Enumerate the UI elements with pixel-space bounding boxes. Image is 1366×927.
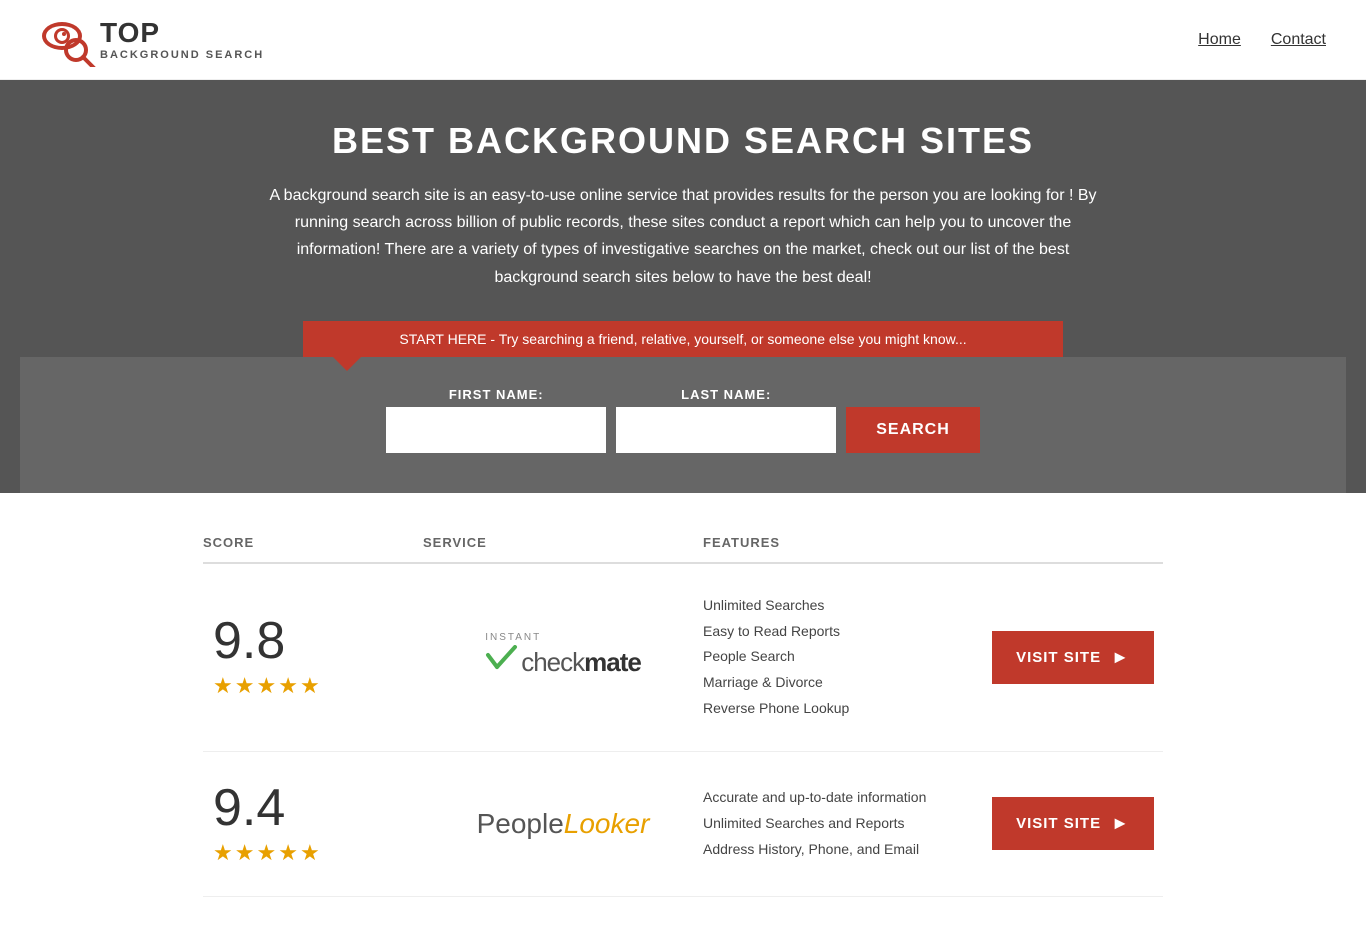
logo-top: TOP [100,18,264,49]
hero-section: BEST BACKGROUND SEARCH SITES A backgroun… [0,80,1366,493]
table-row: 9.4 ★ ★ ★ ★ ★ PeopleLooker Accurate and … [203,752,1163,897]
feature-1-4: Marriage & Divorce [703,671,983,695]
header-service: SERVICE [423,535,703,550]
visit-site-button-2[interactable]: VISIT SITE ► [992,797,1154,850]
results-section: SCORE SERVICE FEATURES 9.8 ★ ★ ★ ★ ★ INS… [183,523,1183,897]
instant-label: INSTANT [485,632,541,643]
search-form: FIRST NAME: LAST NAME: SEARCH [40,387,1326,453]
star-2-5: ★ [300,840,320,866]
header-features: FEATURES [703,535,983,550]
service-cell-1: INSTANT checkmate [423,634,703,681]
feature-1-1: Unlimited Searches [703,594,983,618]
first-name-label: FIRST NAME: [386,387,606,402]
star-2-1: ★ [213,840,233,866]
feature-2-2: Unlimited Searches and Reports [703,812,983,836]
service-cell-2: PeopleLooker [423,808,703,840]
looker-text: Looker [564,808,650,839]
feature-2-1: Accurate and up-to-date information [703,786,983,810]
feature-1-2: Easy to Read Reports [703,620,983,644]
nav-home[interactable]: Home [1198,31,1241,49]
score-number-1: 9.8 [213,615,285,667]
visit-cell-2: VISIT SITE ► [983,797,1163,850]
hero-title: BEST BACKGROUND SEARCH SITES [20,120,1346,162]
feature-1-3: People Search [703,645,983,669]
header-score: SCORE [203,535,423,550]
arrow-icon-2: ► [1111,813,1130,834]
stars-1: ★ ★ ★ ★ ★ [213,673,320,699]
last-name-label: LAST NAME: [616,387,836,402]
visit-label-2: VISIT SITE [1016,815,1101,832]
star-2-2: ★ [235,840,255,866]
features-cell-2: Accurate and up-to-date information Unli… [703,786,983,861]
logo-text: TOP BACKGROUND SEARCH [100,18,264,61]
search-form-area: FIRST NAME: LAST NAME: SEARCH [20,357,1346,493]
results-header: SCORE SERVICE FEATURES [203,523,1163,564]
logo: TOP BACKGROUND SEARCH [40,12,264,67]
arrow-icon-1: ► [1111,647,1130,668]
search-button[interactable]: SEARCH [846,407,980,453]
first-name-group: FIRST NAME: [386,387,606,453]
last-name-input[interactable] [616,407,836,453]
visit-site-button-1[interactable]: VISIT SITE ► [992,631,1154,684]
score-cell-1: 9.8 ★ ★ ★ ★ ★ [203,615,423,699]
logo-icon [40,12,100,67]
star-1-1: ★ [213,673,233,699]
feature-2-3: Address History, Phone, and Email [703,838,983,862]
search-banner: START HERE - Try searching a friend, rel… [303,321,1063,357]
peoplelooker-logo: PeopleLooker [477,808,650,840]
checkmate-text: checkmate [521,647,641,678]
star-1-4: ★ [278,673,298,699]
visit-cell-1: VISIT SITE ► [983,631,1163,684]
star-2-4: ★ [278,840,298,866]
score-number-2: 9.4 [213,782,285,834]
header-action [983,535,1163,550]
feature-1-5: Reverse Phone Lookup [703,697,983,721]
hero-description: A background search site is an easy-to-u… [253,182,1113,291]
checkmark-icon [485,645,521,681]
nav: Home Contact [1198,31,1326,49]
last-name-group: LAST NAME: [616,387,836,453]
logo-bottom: BACKGROUND SEARCH [100,49,264,61]
people-text: People [477,808,564,839]
stars-2: ★ ★ ★ ★ ★ [213,840,320,866]
header: TOP BACKGROUND SEARCH Home Contact [0,0,1366,80]
nav-contact[interactable]: Contact [1271,31,1326,49]
checkmate-logo: INSTANT checkmate [485,634,641,681]
first-name-input[interactable] [386,407,606,453]
features-cell-1: Unlimited Searches Easy to Read Reports … [703,594,983,721]
score-cell-2: 9.4 ★ ★ ★ ★ ★ [203,782,423,866]
star-2-3: ★ [256,840,276,866]
table-row: 9.8 ★ ★ ★ ★ ★ INSTANT check [203,564,1163,752]
star-1-2: ★ [235,673,255,699]
star-1-3: ★ [256,673,276,699]
star-1-5: ★ [300,673,320,699]
visit-label-1: VISIT SITE [1016,649,1101,666]
